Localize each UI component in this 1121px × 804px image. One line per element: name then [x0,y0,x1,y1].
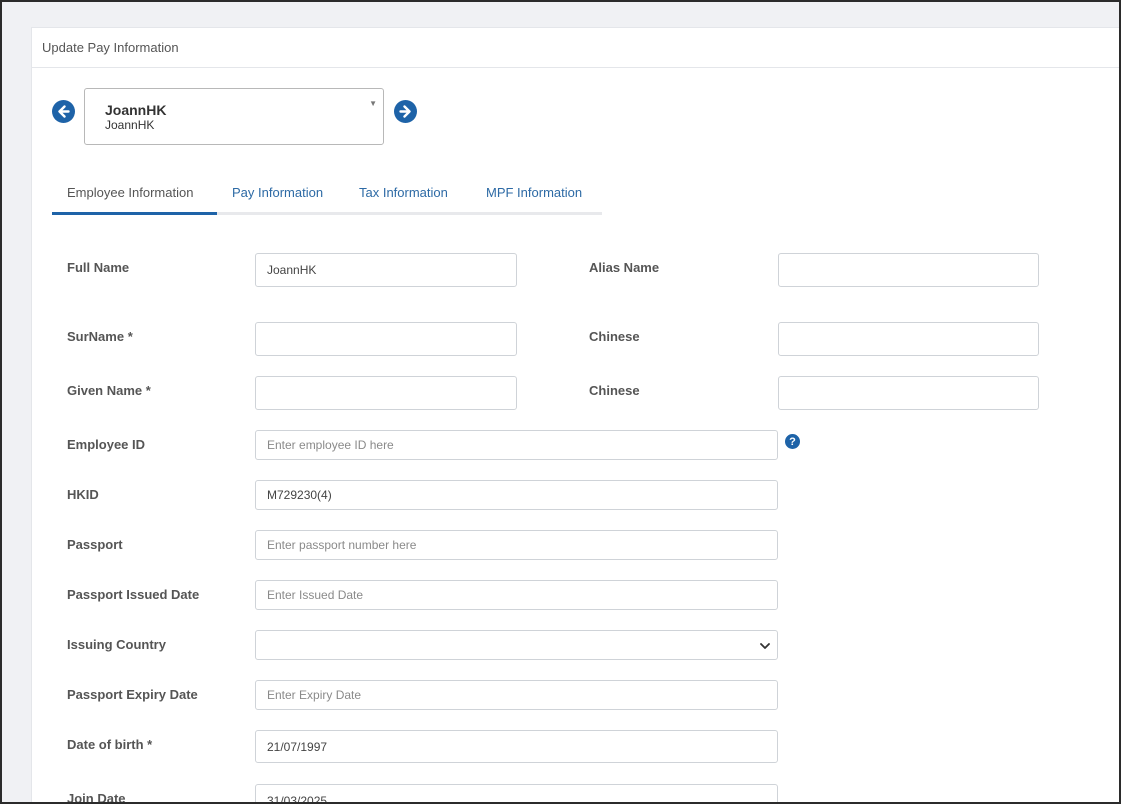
employee-id-input[interactable] [255,430,778,460]
passport-expiry-date-input[interactable] [255,680,778,710]
full-name-input[interactable] [255,253,517,287]
page-title: Update Pay Information [42,40,179,55]
given-name-chinese-label: Chinese [589,383,640,398]
passport-issued-date-input[interactable] [255,580,778,610]
hkid-input[interactable] [255,480,778,510]
update-pay-panel: Update Pay Information JoannHK JoannHK ▼… [31,27,1121,804]
surname-chinese-label: Chinese [589,329,640,344]
tab-bar: Employee Information Pay Information Tax… [52,173,602,215]
active-tab-indicator [52,212,217,215]
arrow-right-icon [399,105,412,118]
employee-subtitle: JoannHK [105,118,155,132]
surname-chinese-input[interactable] [778,322,1039,356]
passport-issued-date-label: Passport Issued Date [67,587,200,602]
given-name-chinese-input[interactable] [778,376,1039,410]
alias-name-label: Alias Name [589,260,660,275]
arrow-left-icon [57,105,70,118]
join-date-input[interactable] [255,784,778,804]
issuing-country-select[interactable] [255,630,778,660]
employee-id-label: Employee ID [67,437,146,452]
tab-mpf-information[interactable]: MPF Information [486,185,582,200]
passport-label: Passport [67,537,123,552]
chevron-down-icon [759,639,771,657]
employee-name: JoannHK [105,102,167,118]
date-of-birth-input[interactable] [255,730,778,763]
surname-label: SurName * [67,329,133,344]
issuing-country-label: Issuing Country [67,637,166,652]
hkid-label: HKID [67,487,99,502]
given-name-label: Given Name * [67,383,151,398]
passport-expiry-date-label: Passport Expiry Date [67,687,198,702]
join-date-label: Join Date [67,791,126,804]
previous-employee-button[interactable] [52,100,75,123]
alias-name-input[interactable] [778,253,1039,287]
given-name-input[interactable] [255,376,517,410]
help-icon[interactable]: ? [785,434,800,449]
next-employee-button[interactable] [394,100,417,123]
date-of-birth-label: Date of birth * [67,737,153,752]
full-name-label: Full Name [67,260,130,275]
caret-down-icon: ▼ [369,99,377,108]
tab-pay-information[interactable]: Pay Information [232,185,323,200]
employee-selector[interactable]: JoannHK JoannHK ▼ [84,88,384,145]
tab-employee-information[interactable]: Employee Information [67,185,193,200]
passport-input[interactable] [255,530,778,560]
surname-input[interactable] [255,322,517,356]
panel-header: Update Pay Information [32,28,1121,68]
tab-tax-information[interactable]: Tax Information [359,185,448,200]
